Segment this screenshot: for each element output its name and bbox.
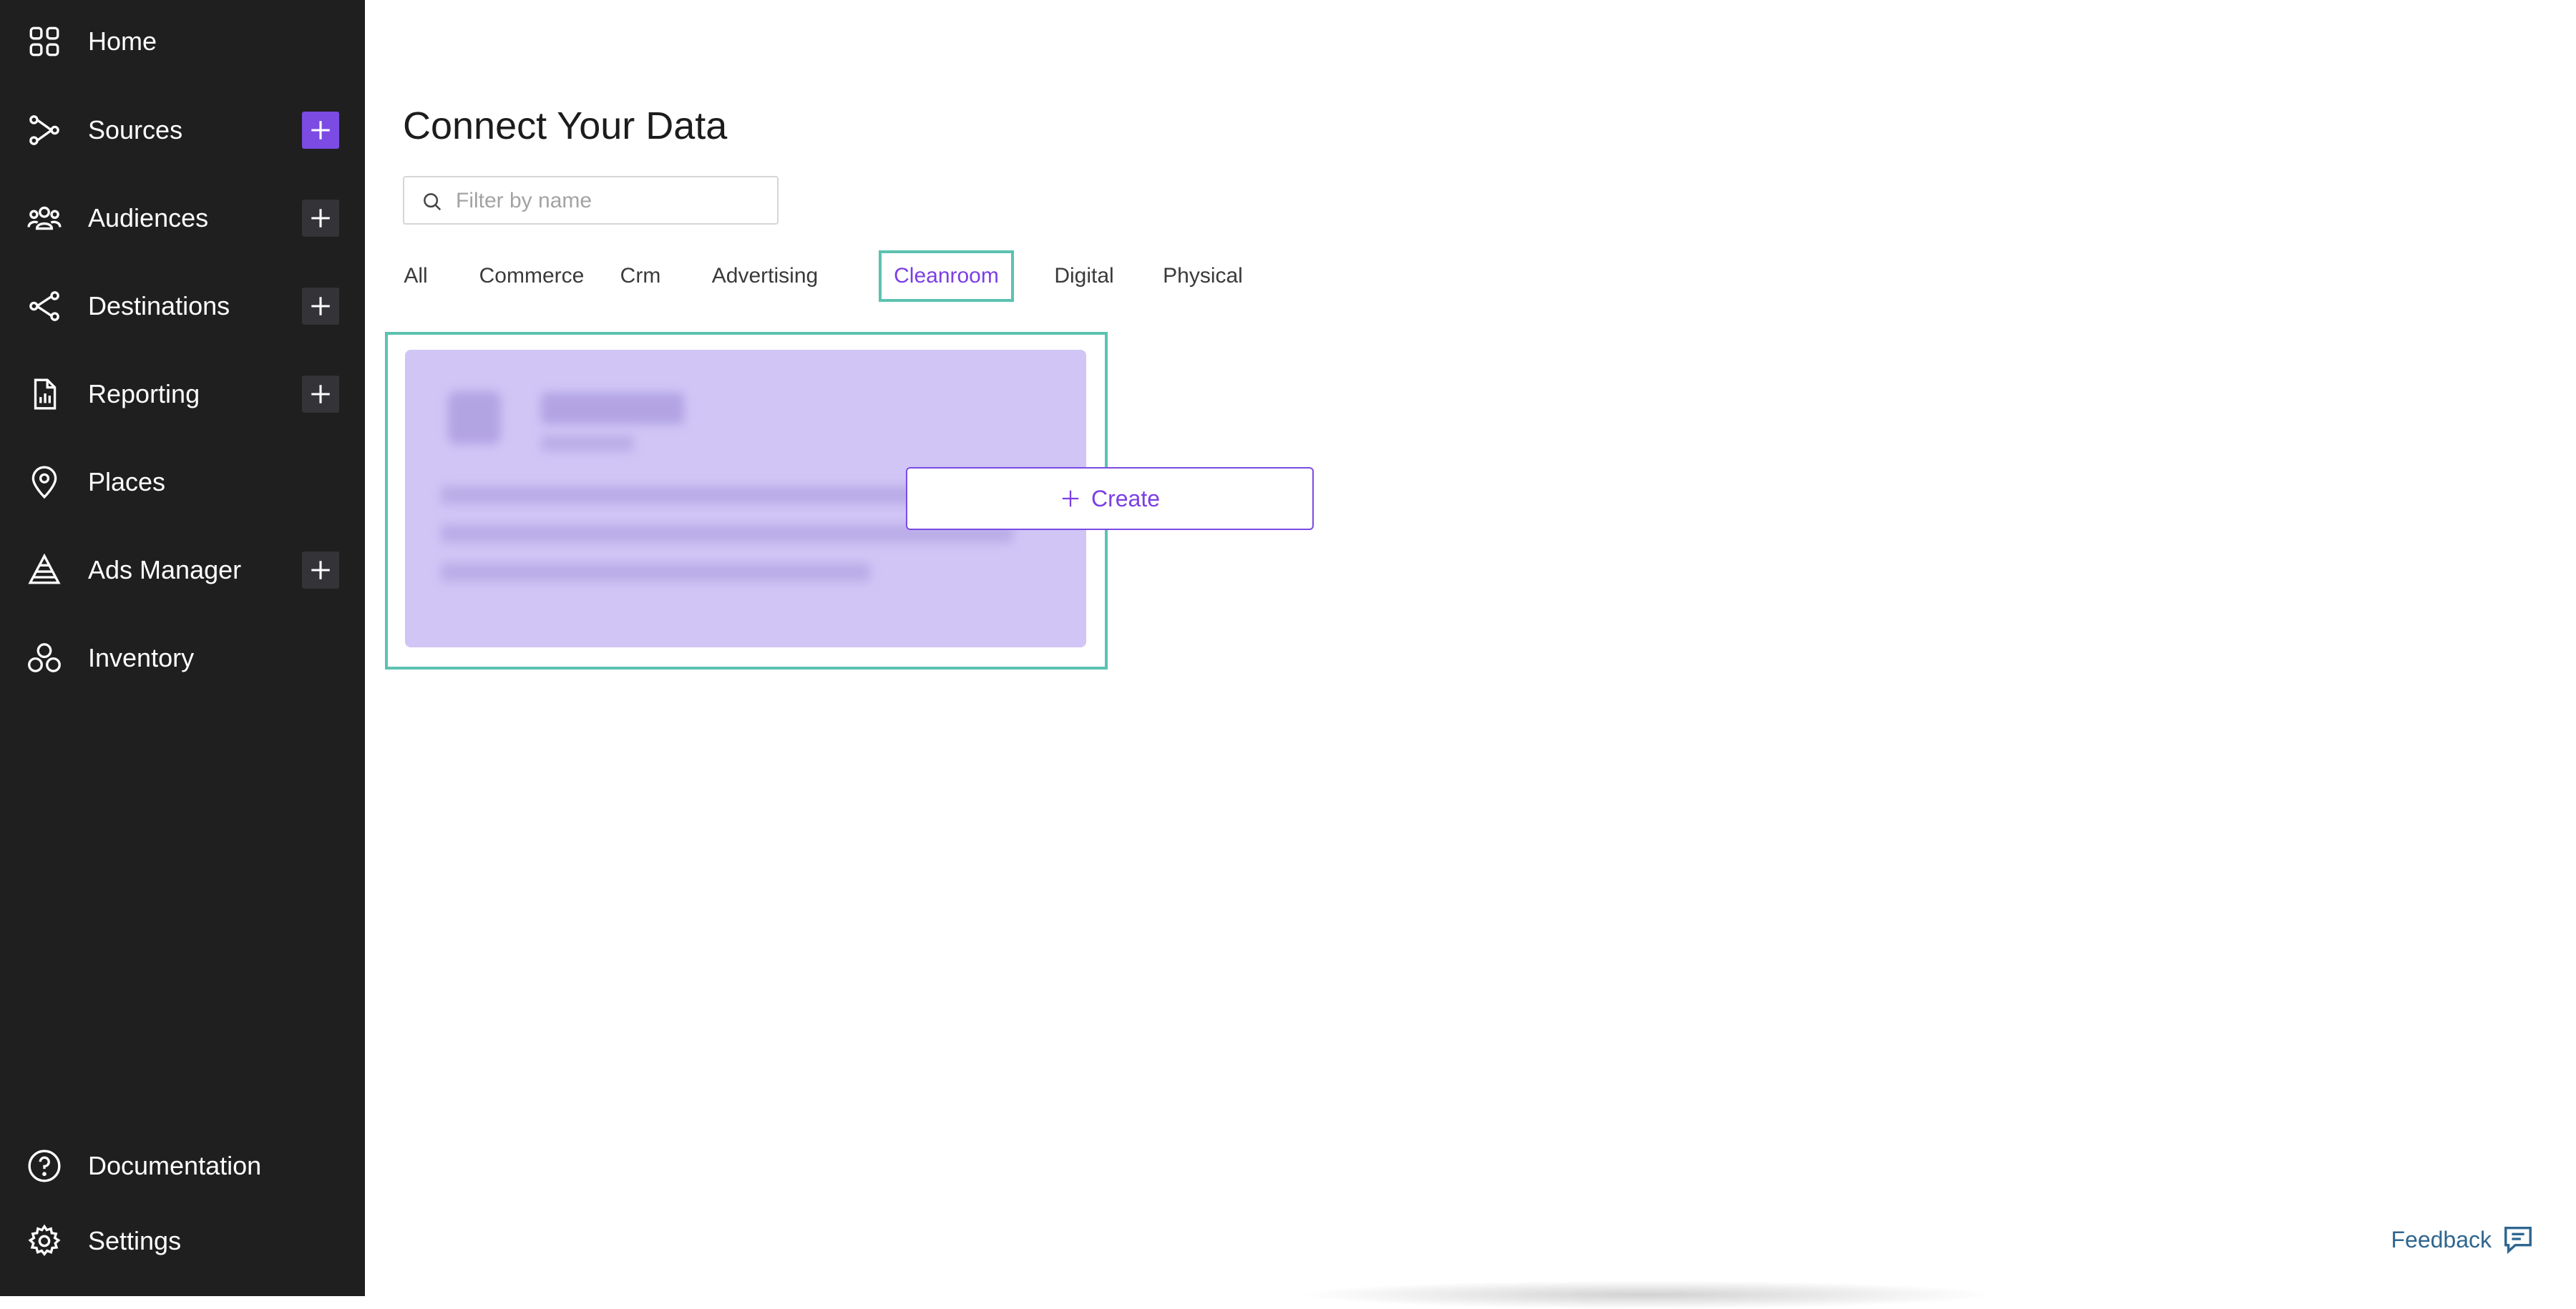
sidebar-item-destinations[interactable]: Destinations [0,270,365,342]
tab-crm[interactable]: Crm [615,250,665,302]
tab-physical[interactable]: Physical [1161,250,1245,302]
add-audience-button[interactable] [302,200,339,237]
sidebar-item-label: Reporting [88,379,200,408]
plus-icon [1062,490,1079,507]
search-icon [424,193,441,211]
tab-advertising[interactable]: Advertising [706,250,824,302]
grid-icon [24,21,64,62]
feedback-label: Feedback [2391,1226,2492,1252]
sidebar-item-places[interactable]: Places [0,446,365,518]
sidebar-item-inventory[interactable]: Inventory [0,622,365,694]
add-ad-button[interactable] [302,551,339,589]
feedback-button[interactable]: Feedback [2391,1223,2534,1256]
help-circle-icon [24,1146,64,1186]
add-report-button[interactable] [302,376,339,413]
sidebar-item-label: Settings [88,1226,182,1255]
create-button[interactable]: Create [906,467,1314,530]
add-destination-button[interactable] [302,288,339,325]
search-box[interactable] [403,176,779,225]
tab-cleanroom[interactable]: Cleanroom [879,250,1014,302]
sidebar-item-settings[interactable]: Settings [0,1205,365,1277]
sidebar-item-audiences[interactable]: Audiences [0,182,365,254]
main-content: Connect Your Data All Commerce Crm Adver… [365,0,2576,1309]
sidebar-item-label: Audiences [88,203,209,232]
sidebar-item-documentation[interactable]: Documentation [0,1130,365,1202]
tab-digital[interactable]: Digital [1050,250,1118,302]
location-pin-icon [24,462,64,502]
sidebar-item-label: Inventory [88,643,195,672]
search-input[interactable] [454,185,765,217]
sidebar-item-label: Destinations [88,291,230,320]
sidebar: Home Sources Audiences Destinations Repo… [0,0,365,1296]
fan-icon [24,638,64,678]
sidebar-item-reporting[interactable]: Reporting [0,358,365,430]
sidebar-item-label: Places [88,467,166,496]
page-title: Connect Your Data [403,104,728,147]
audiences-icon [24,198,64,238]
gear-icon [24,1221,64,1261]
sidebar-item-label: Documentation [88,1151,262,1180]
sources-icon [24,110,64,150]
sidebar-item-ads-manager[interactable]: Ads Manager [0,534,365,606]
chat-icon [2504,1226,2532,1255]
pyramid-icon [24,550,64,590]
sidebar-item-sources[interactable]: Sources [0,94,365,166]
report-icon [24,374,64,414]
share-icon [24,286,64,326]
bottom-shadow [1295,1280,1996,1309]
tab-all[interactable]: All [403,250,429,302]
sidebar-item-home[interactable]: Home [0,6,365,77]
create-button-label: Create [1091,485,1161,511]
sidebar-item-label: Sources [88,115,183,144]
add-source-button[interactable] [302,112,339,149]
sidebar-item-label: Ads Manager [88,555,242,584]
tab-commerce[interactable]: Commerce [474,250,589,302]
sidebar-item-label: Home [88,26,157,56]
